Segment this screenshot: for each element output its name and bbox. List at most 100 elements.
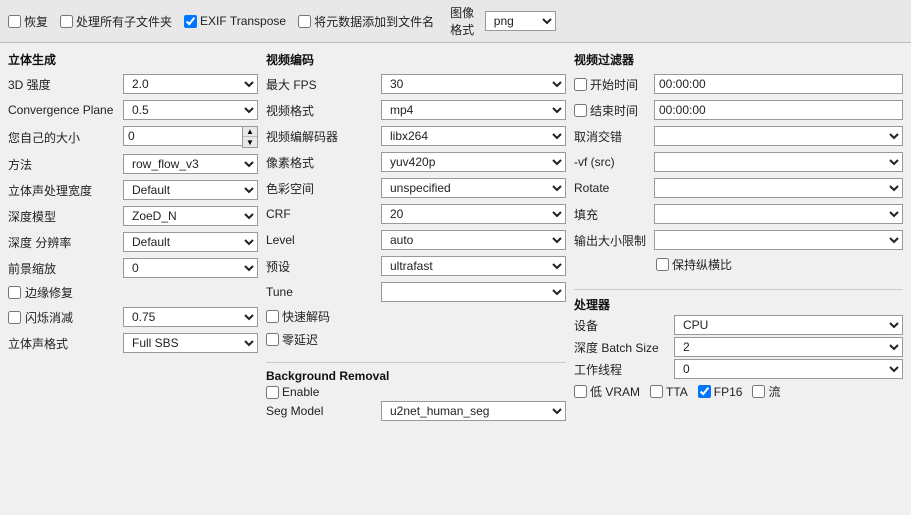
flicker-label[interactable]: 闪烁消减 <box>8 309 123 326</box>
video-codec-control: libx264libx265copy <box>381 126 566 146</box>
low-vram-checkbox[interactable] <box>574 385 587 398</box>
fast-decode-checkbox[interactable] <box>266 310 279 323</box>
crf-control: 18202328 <box>381 204 566 224</box>
keep-aspect-checkbox[interactable] <box>656 258 669 271</box>
seg-model-select[interactable]: u2net_human_segu2netu2netp <box>381 401 566 421</box>
fp16-checkbox[interactable] <box>698 385 711 398</box>
end-time-checkbox[interactable] <box>574 104 587 117</box>
own-size-down-button[interactable]: ▼ <box>243 137 257 147</box>
fast-decode-label[interactable]: 快速解码 <box>266 308 330 325</box>
convergence-plane-label: Convergence Plane <box>8 103 123 117</box>
tta-label[interactable]: TTA <box>650 385 688 399</box>
own-size-control: ▲ ▼ <box>123 126 258 148</box>
end-time-text: 结束时间 <box>590 102 638 119</box>
recover-checkbox-label[interactable]: 恢复 <box>8 13 48 30</box>
method-select[interactable]: row_flow_v3row_flow_v2row_flow <box>123 154 258 174</box>
edge-fix-checkbox[interactable] <box>8 286 21 299</box>
crf-select[interactable]: 18202328 <box>381 204 566 224</box>
low-vram-text: 低 VRAM <box>590 383 640 400</box>
edge-fix-label[interactable]: 边缘修复 <box>8 284 73 301</box>
tta-text: TTA <box>666 385 688 399</box>
preset-label: 预设 <box>266 258 381 275</box>
end-time-row: 结束时间 <box>574 100 903 120</box>
3d-strength-select[interactable]: 1.01.52.02.5 <box>123 74 258 94</box>
crf-label: CRF <box>266 207 381 221</box>
end-time-control <box>654 100 903 120</box>
exif-transpose-checkbox-label[interactable]: EXIF Transpose <box>184 14 286 28</box>
subfolders-checkbox-label[interactable]: 处理所有子文件夹 <box>60 13 172 30</box>
method-control: row_flow_v3row_flow_v2row_flow <box>123 154 258 174</box>
start-time-input[interactable] <box>654 74 903 94</box>
tune-row: Tune filmanimation <box>266 282 566 302</box>
stream-text: 流 <box>768 383 780 400</box>
rotate-select[interactable]: 90180270 <box>654 178 903 198</box>
zero-latency-checkbox[interactable] <box>266 333 279 346</box>
subfolders-label: 处理所有子文件夹 <box>76 13 172 30</box>
own-size-input[interactable] <box>123 126 242 146</box>
start-time-checkbox[interactable] <box>574 78 587 91</box>
bg-enable-label[interactable]: Enable <box>266 385 319 399</box>
low-vram-label[interactable]: 低 VRAM <box>574 383 640 400</box>
deinterlace-select[interactable]: YesNo <box>654 126 903 146</box>
max-fps-label: 最大 FPS <box>266 76 381 93</box>
flicker-checkbox[interactable] <box>8 311 21 324</box>
flicker-select[interactable]: 0.250.50.751.0 <box>123 307 258 327</box>
3d-strength-label: 3D 强度 <box>8 76 123 93</box>
stereo-width-select[interactable]: Default512768 <box>123 180 258 200</box>
exif-transpose-checkbox[interactable] <box>184 15 197 28</box>
batch-size-control: 1248 <box>674 337 903 357</box>
zero-latency-label[interactable]: 零延迟 <box>266 331 318 348</box>
stereo-format-select[interactable]: Full SBSHalf SBSFull TBAnaglyph <box>123 333 258 353</box>
depth-res-select[interactable]: Default256512 <box>123 232 258 252</box>
output-limit-control <box>654 230 903 250</box>
image-format-select[interactable]: png jpg bmp tiff <box>485 11 556 31</box>
fp16-label[interactable]: FP16 <box>698 385 743 399</box>
preset-select[interactable]: ultrafastsuperfastveryfastmedium <box>381 256 566 276</box>
own-size-up-button[interactable]: ▲ <box>243 127 257 137</box>
recover-checkbox[interactable] <box>8 15 21 28</box>
start-time-text: 开始时间 <box>590 76 638 93</box>
workers-select[interactable]: 0124 <box>674 359 903 379</box>
batch-size-select[interactable]: 1248 <box>674 337 903 357</box>
exif-transpose-label: EXIF Transpose <box>200 14 286 28</box>
output-limit-select[interactable] <box>654 230 903 250</box>
add-meta-checkbox[interactable] <box>298 15 311 28</box>
stereo-column: 立体生成 3D 强度 1.01.52.02.5 Convergence Plan… <box>8 51 258 423</box>
pixel-format-label: 像素格式 <box>266 154 381 171</box>
flicker-row: 闪烁消减 0.250.50.751.0 <box>8 307 258 327</box>
depth-res-row: 深度 分辨率 Default256512 <box>8 232 258 252</box>
bg-enable-checkbox[interactable] <box>266 386 279 399</box>
tta-checkbox[interactable] <box>650 385 663 398</box>
fast-decode-text: 快速解码 <box>282 308 330 325</box>
color-space-select[interactable]: unspecifiedbt709bt601 <box>381 178 566 198</box>
keep-aspect-label[interactable]: 保持纵横比 <box>656 256 732 273</box>
subfolders-checkbox[interactable] <box>60 15 73 28</box>
preset-control: ultrafastsuperfastveryfastmedium <box>381 256 566 276</box>
deinterlace-control: YesNo <box>654 126 903 146</box>
fill-control <box>654 204 903 224</box>
max-fps-select[interactable]: 24253060 <box>381 74 566 94</box>
end-time-label[interactable]: 结束时间 <box>574 102 654 119</box>
device-select[interactable]: CPUCUDAMPS <box>674 315 903 335</box>
pixel-format-select[interactable]: yuv420pyuv444p <box>381 152 566 172</box>
tune-select[interactable]: filmanimation <box>381 282 566 302</box>
fill-select[interactable] <box>654 204 903 224</box>
add-meta-checkbox-label[interactable]: 将元数据添加到文件名 <box>298 13 434 30</box>
convergence-plane-select[interactable]: 0.00.30.50.7 <box>123 100 258 120</box>
video-format-select[interactable]: mp4mkvavi <box>381 100 566 120</box>
video-codec-select[interactable]: libx264libx265copy <box>381 126 566 146</box>
max-fps-row: 最大 FPS 24253060 <box>266 74 566 94</box>
fg-scale-control: 012 <box>123 258 258 278</box>
rotate-label: Rotate <box>574 181 654 195</box>
stream-label[interactable]: 流 <box>752 383 780 400</box>
vf-src-row: -vf (src) <box>574 152 903 172</box>
depth-model-select[interactable]: ZoeD_NZoeD_KZoeD_NK <box>123 206 258 226</box>
own-size-label: 您自己的大小 <box>8 129 123 146</box>
fg-scale-select[interactable]: 012 <box>123 258 258 278</box>
recover-label: 恢复 <box>24 13 48 30</box>
vf-src-select[interactable] <box>654 152 903 172</box>
stream-checkbox[interactable] <box>752 385 765 398</box>
end-time-input[interactable] <box>654 100 903 120</box>
level-select[interactable]: auto3.14.0 <box>381 230 566 250</box>
start-time-label[interactable]: 开始时间 <box>574 76 654 93</box>
